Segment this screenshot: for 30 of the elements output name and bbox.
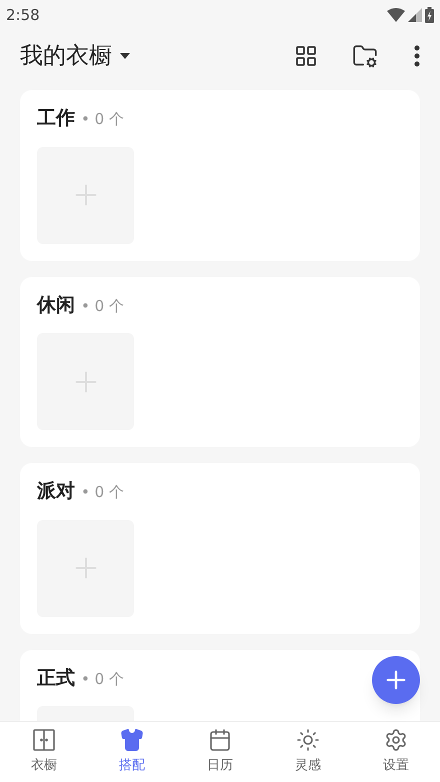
status-time: 2:58 xyxy=(6,4,40,26)
battery-icon xyxy=(425,7,434,23)
category-title: 休闲 xyxy=(37,292,75,318)
grid-icon xyxy=(294,44,318,68)
wifi-icon xyxy=(387,8,405,22)
item-count: • 0 个 xyxy=(81,296,124,316)
item-count: • 0 个 xyxy=(81,482,124,503)
settings-icon xyxy=(384,728,408,752)
sun-icon xyxy=(296,728,320,752)
category-title: 派对 xyxy=(37,479,75,504)
nav-tab[interactable]: 设置 xyxy=(352,722,440,782)
category-title: 正式 xyxy=(37,666,75,690)
signal-icon xyxy=(408,8,422,22)
shirt-icon xyxy=(120,728,144,752)
caret-icon xyxy=(120,53,130,59)
add-item-tile[interactable] xyxy=(37,520,134,616)
calendar-icon xyxy=(208,728,232,752)
nav-tab[interactable]: 日历 xyxy=(176,722,264,782)
wardrobe-icon xyxy=(32,728,56,752)
folder-gear-icon xyxy=(352,43,378,69)
add-item-tile[interactable] xyxy=(37,146,134,244)
category-title: 工作 xyxy=(37,106,75,131)
nav-tab[interactable]: 衣橱 xyxy=(0,722,88,782)
item-count: • 0 个 xyxy=(81,109,124,130)
item-count: • 0 个 xyxy=(81,668,124,690)
wardrobe-selector[interactable]: 我的衣橱 xyxy=(20,38,130,74)
more-icon xyxy=(414,45,420,67)
nav-tab[interactable]: 灵感 xyxy=(264,722,352,782)
add-item-tile[interactable] xyxy=(37,333,134,430)
nav-tab[interactable]: 搭配 xyxy=(88,722,176,782)
